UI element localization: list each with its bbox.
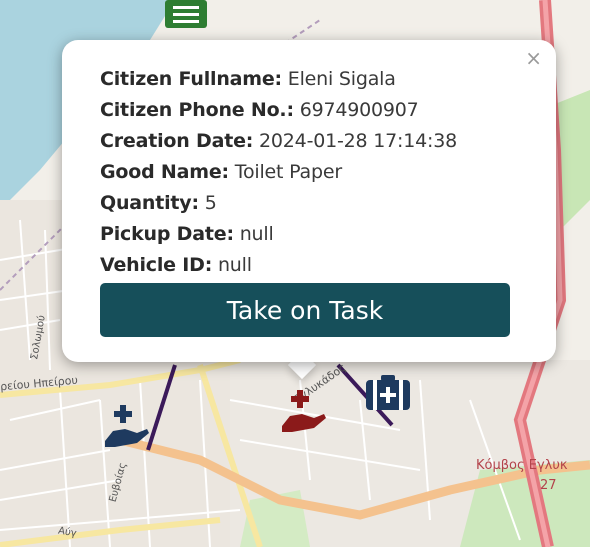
hand-plus-icon [105, 405, 149, 447]
field-value: 5 [204, 192, 217, 214]
field-value: 6974900907 [299, 99, 419, 121]
field-vehicle-id: Vehicle ID: null [100, 250, 526, 281]
field-label: Citizen Fullname: [100, 68, 282, 90]
field-label: Vehicle ID: [100, 254, 213, 276]
field-label: Quantity: [100, 192, 199, 214]
take-on-task-button[interactable]: Take on Task [100, 283, 510, 337]
field-label: Citizen Phone No.: [100, 99, 294, 121]
request-marker[interactable] [280, 388, 330, 438]
field-value: null [239, 223, 274, 245]
list-icon [165, 0, 207, 28]
field-value: Eleni Sigala [287, 68, 396, 90]
map-label-kombos: Κόμβος Εγλυκ [476, 458, 568, 473]
offer-marker[interactable] [103, 403, 153, 453]
field-quantity: Quantity: 5 [100, 188, 526, 219]
field-value: null [217, 254, 252, 276]
field-label: Good Name: [100, 161, 229, 183]
field-label: Creation Date: [100, 130, 254, 152]
field-citizen-phone: Citizen Phone No.: 6974900907 [100, 95, 526, 126]
field-creation-date: Creation Date: 2024-01-28 17:14:38 [100, 126, 526, 157]
field-citizen-fullname: Citizen Fullname: Eleni Sigala [100, 64, 526, 95]
top-marker[interactable] [163, 0, 209, 34]
field-good-name: Good Name: Toilet Paper [100, 157, 526, 188]
popup-details: Citizen Fullname: Eleni Sigala Citizen P… [100, 64, 526, 281]
map-label-kombos-number: 27 [540, 478, 557, 493]
field-label: Pickup Date: [100, 223, 234, 245]
field-value: 2024-01-28 17:14:38 [259, 130, 458, 152]
vehicle-marker[interactable] [364, 375, 412, 415]
task-popup: × Citizen Fullname: Eleni Sigala Citizen… [62, 40, 556, 362]
field-pickup-date: Pickup Date: null [100, 219, 526, 250]
close-icon[interactable]: × [525, 48, 542, 68]
field-value: Toilet Paper [234, 161, 342, 183]
first-aid-kit-icon [366, 375, 410, 410]
hand-heart-plus-icon [282, 390, 326, 432]
